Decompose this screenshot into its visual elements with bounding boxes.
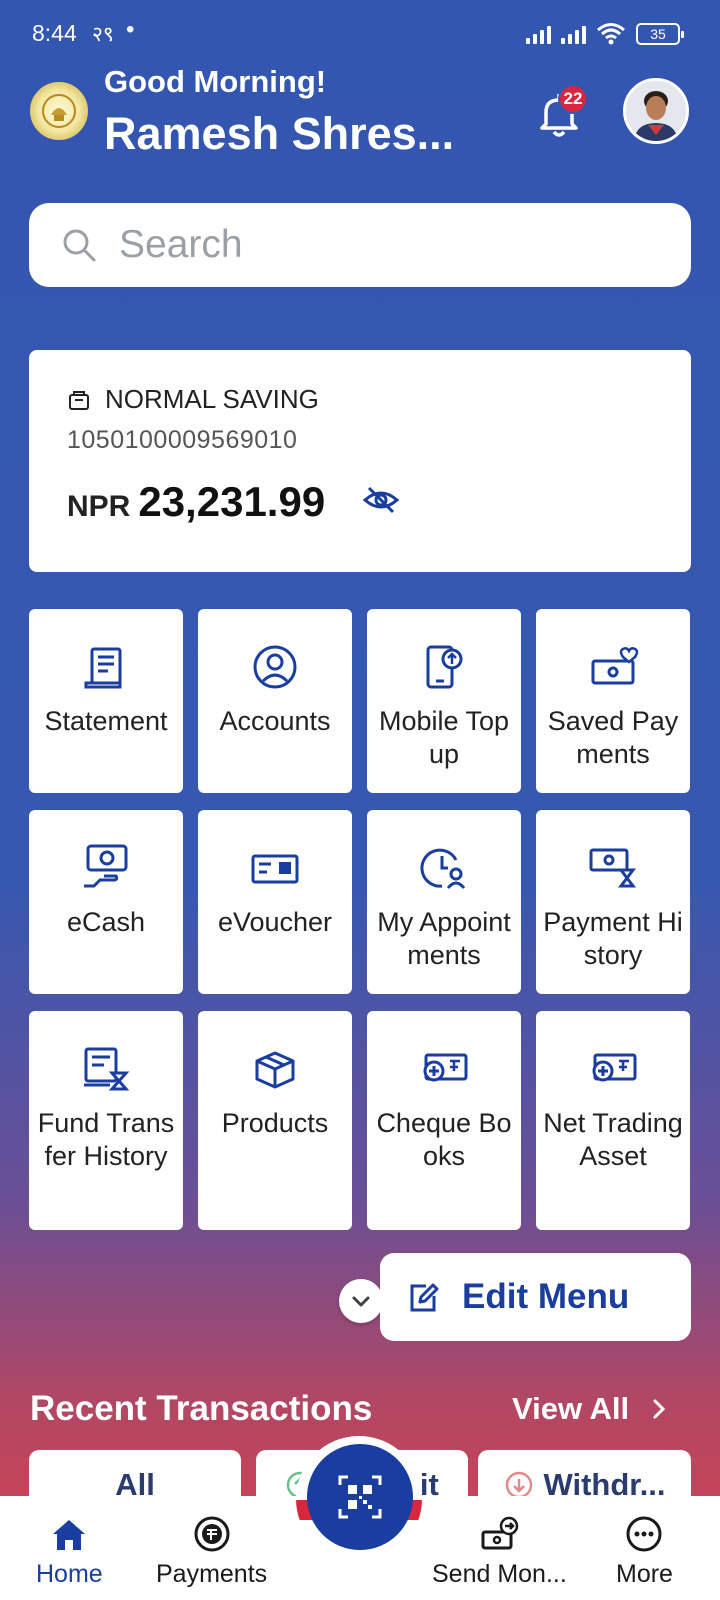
- menu-label: Products: [221, 1108, 329, 1138]
- status-time: 8:44: [32, 20, 77, 46]
- menu-label: Saved Payments: [547, 706, 679, 769]
- menu-accounts[interactable]: Accounts: [198, 609, 352, 793]
- status-dot: •: [126, 16, 135, 43]
- user-name: Ramesh Shres...: [104, 108, 455, 159]
- more-icon: [626, 1516, 662, 1552]
- greeting-text: Good Morning!: [104, 64, 327, 99]
- evoucher-icon: [251, 854, 299, 884]
- search-placeholder: Search: [119, 223, 243, 266]
- menu-label: Cheque Books: [376, 1108, 512, 1171]
- balance-amount: 23,231.99: [138, 478, 326, 525]
- net-trading-asset-icon: [592, 1053, 637, 1082]
- chevron-right-icon: [653, 1399, 666, 1419]
- signal-icon: [561, 24, 586, 44]
- nav-label: Home: [36, 1560, 103, 1588]
- nav-send-money[interactable]: Send Mon...: [432, 1514, 567, 1589]
- menu-label: Mobile Topup: [378, 706, 510, 769]
- edit-menu-label: Edit Menu: [462, 1277, 630, 1316]
- account-balance: NPR 23,231.99: [67, 478, 325, 526]
- menu-label: eVoucher: [217, 907, 333, 937]
- menu-statement[interactable]: Statement: [29, 609, 183, 793]
- menu-cheque-books[interactable]: Cheque Books: [367, 1011, 521, 1230]
- qr-code-icon: [338, 1475, 382, 1519]
- accounts-icon: [253, 645, 297, 689]
- search-input[interactable]: Search: [29, 203, 691, 287]
- menu-payment-history[interactable]: Payment History: [536, 810, 690, 994]
- qr-scan-button[interactable]: [307, 1444, 413, 1550]
- home-icon: [53, 1520, 86, 1550]
- nav-more[interactable]: More: [616, 1514, 673, 1589]
- payment-history-icon: [589, 848, 636, 888]
- menu-saved-payments[interactable]: Saved Payments: [536, 609, 690, 793]
- signal-icon: [526, 24, 551, 44]
- balance-currency: NPR: [67, 490, 131, 523]
- status-extra: २९: [92, 23, 114, 46]
- saved-payments-icon: [591, 647, 639, 685]
- hide-balance-icon[interactable]: [361, 480, 401, 520]
- menu-label: Net Trading Asset: [543, 1108, 683, 1171]
- battery-icon: 35: [636, 23, 684, 45]
- statement-icon: [84, 647, 122, 689]
- chevron-down-icon: [352, 1296, 370, 1307]
- menu-evoucher[interactable]: eVoucher: [198, 810, 352, 994]
- status-bar: 8:44 २९ • 35: [0, 0, 720, 68]
- appointments-icon: [420, 848, 466, 889]
- notification-badge: 22: [558, 84, 588, 114]
- nav-label: Send Mon...: [432, 1560, 567, 1588]
- nav-label: More: [616, 1560, 673, 1588]
- recent-transactions-title: Recent Transactions: [30, 1389, 373, 1428]
- collapse-menu-button[interactable]: [339, 1279, 383, 1323]
- account-type-label: NORMAL SAVING: [105, 384, 319, 414]
- nav-home[interactable]: Home: [36, 1514, 103, 1589]
- menu-net-trading-asset[interactable]: Net Trading Asset: [536, 1011, 690, 1230]
- view-all-link[interactable]: View All: [512, 1391, 667, 1427]
- payments-icon: [194, 1516, 230, 1552]
- edit-menu-button[interactable]: Edit Menu: [380, 1253, 691, 1341]
- header: Good Morning! Ramesh Shres... 22: [0, 60, 720, 180]
- account-number: 1050100009569010: [67, 426, 298, 454]
- menu-label: Fund Transfer History: [37, 1108, 175, 1171]
- wallet-icon: [69, 390, 89, 410]
- menu-ecash[interactable]: eCash: [29, 810, 183, 994]
- account-card[interactable]: NORMAL SAVING 1050100009569010 NPR 23,23…: [29, 350, 691, 572]
- products-icon: [255, 1051, 295, 1089]
- menu-label: Accounts: [219, 706, 331, 736]
- ecash-icon: [84, 844, 128, 888]
- send-money-icon: [481, 1516, 519, 1550]
- menu-my-appointments[interactable]: My Appointments: [367, 810, 521, 994]
- menu-fund-transfer-history[interactable]: Fund Transfer History: [29, 1011, 183, 1230]
- menu-products[interactable]: Products: [198, 1011, 352, 1230]
- menu-label: eCash: [66, 907, 146, 937]
- account-type: NORMAL SAVING: [67, 384, 319, 415]
- nav-payments[interactable]: Payments: [156, 1514, 267, 1589]
- bank-logo: [30, 82, 88, 140]
- edit-icon: [410, 1283, 439, 1312]
- fund-transfer-history-icon: [84, 1047, 130, 1091]
- menu-label: My Appointments: [377, 907, 511, 970]
- wifi-icon: [597, 23, 625, 45]
- mobile-topup-icon: [426, 645, 463, 689]
- avatar[interactable]: [623, 78, 689, 144]
- status-icons: 35: [526, 22, 684, 46]
- cheque-books-icon: [423, 1053, 468, 1082]
- search-icon: [63, 229, 96, 262]
- menu-label: Payment History: [543, 907, 683, 970]
- menu-mobile-topup[interactable]: Mobile Topup: [367, 609, 521, 793]
- nav-label: Payments: [156, 1560, 268, 1588]
- menu-label: Statement: [44, 706, 168, 736]
- view-all-label: View All: [512, 1391, 630, 1426]
